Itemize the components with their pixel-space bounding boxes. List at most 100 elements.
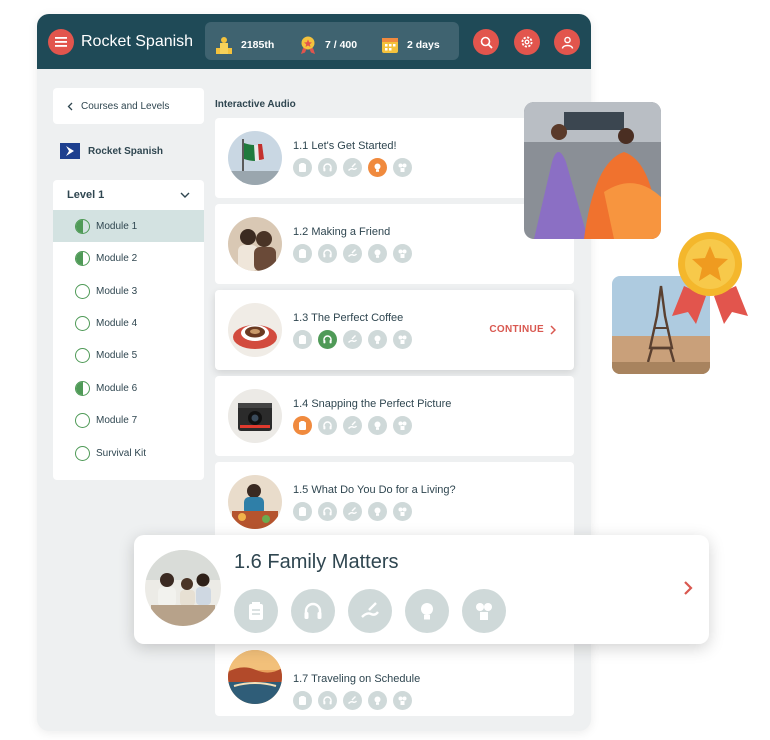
lesson-card[interactable]: 1.3 The Perfect Coffee CONTINUE [215,290,574,370]
notebook-icon[interactable] [234,589,278,633]
rocket-logo-icon [60,143,80,159]
headphones-icon[interactable] [318,502,337,521]
puzzle-icon[interactable] [393,691,412,710]
continue-label: CONTINUE [489,324,544,335]
lesson-title: 1.5 What Do You Do for a Living? [293,484,456,496]
top-bar: Rocket Spanish 2185th 7 / 400 2 days [37,14,591,69]
points-stat[interactable]: 7 / 400 [297,34,357,56]
chevron-right-icon[interactable] [683,580,693,596]
lightbulb-icon[interactable] [368,416,387,435]
lesson-title: 1.2 Making a Friend [293,226,391,238]
puzzle-icon[interactable] [393,502,412,521]
module-item[interactable]: Module 2 [53,242,204,274]
notebook-icon[interactable] [293,158,312,177]
puzzle-icon[interactable] [393,330,412,349]
menu-button[interactable] [48,29,74,55]
module-label: Module 7 [96,414,138,426]
puzzle-icon[interactable] [393,244,412,263]
module-item[interactable]: Module 4 [53,307,204,339]
lesson-title: 1.7 Traveling on Schedule [293,673,421,685]
streak-stat[interactable]: 2 days [379,34,440,56]
lesson-card[interactable]: 1.1 Let's Get Started! [215,118,574,198]
progress-circle-icon [75,218,90,234]
chevron-left-icon [67,102,73,110]
lightbulb-icon[interactable] [405,589,449,633]
calendar-icon [379,34,401,56]
writing-icon[interactable] [343,502,362,521]
lightbulb-icon[interactable] [368,502,387,521]
module-item[interactable]: Module 3 [53,275,204,307]
level-selector[interactable]: Level 1 [53,180,204,210]
dancers-photo [524,102,661,239]
module-label: Module 5 [96,349,138,361]
lesson-card[interactable]: 1.2 Making a Friend [215,204,574,284]
notebook-icon[interactable] [293,330,312,349]
lightbulb-icon[interactable] [368,330,387,349]
profile-button[interactable] [554,29,580,55]
headphones-icon[interactable] [318,416,337,435]
writing-icon[interactable] [343,330,362,349]
lesson-card[interactable]: 1.5 What Do You Do for a Living? [215,462,574,542]
gear-icon [521,36,533,48]
writing-icon[interactable] [343,416,362,435]
progress-circle-icon [75,380,90,396]
search-button[interactable] [473,29,499,55]
section-label: Interactive Audio [215,99,296,110]
puzzle-icon[interactable] [393,158,412,177]
progress-circle-icon [75,283,90,299]
lesson-activity-icons [293,244,412,263]
featured-lesson-title: 1.6 Family Matters [234,551,399,573]
lesson-activity-icons [293,158,412,177]
module-item[interactable]: Module 5 [53,339,204,371]
writing-icon[interactable] [343,244,362,263]
featured-lesson-card[interactable]: 1.6 Family Matters [134,535,709,644]
medal-icon [297,34,319,56]
lesson-activity-icons [293,416,412,435]
module-item[interactable]: Module 6 [53,372,204,404]
lightbulb-icon[interactable] [368,158,387,177]
settings-button[interactable] [514,29,540,55]
chevron-down-icon [180,192,190,198]
level-label: Level 1 [67,189,105,201]
writing-icon[interactable] [343,158,362,177]
module-list: Level 1 Module 1 Module 2 Module 3 Modul… [53,180,204,480]
courses-and-levels-link[interactable]: Courses and Levels [53,88,204,124]
continue-button[interactable]: CONTINUE [489,324,556,335]
headphones-icon[interactable] [318,244,337,263]
lesson-card[interactable]: 1.7 Traveling on Schedule [215,634,574,716]
module-label: Module 4 [96,317,138,329]
puzzle-icon[interactable] [462,589,506,633]
notebook-icon[interactable] [293,244,312,263]
lesson-title: 1.1 Let's Get Started! [293,140,397,152]
lesson-card[interactable]: 1.4 Snapping the Perfect Picture [215,376,574,456]
headphones-icon[interactable] [291,589,335,633]
course-brand: Rocket Spanish [60,143,163,159]
progress-circle-icon [75,250,90,266]
module-item[interactable]: Survival Kit [53,437,204,469]
rank-stat[interactable]: 2185th [213,34,274,56]
notebook-icon[interactable] [293,502,312,521]
lightbulb-icon[interactable] [368,244,387,263]
featured-activity-icons [234,589,506,633]
headphones-icon[interactable] [318,158,337,177]
module-label: Survival Kit [96,447,147,459]
headphones-icon[interactable] [318,330,337,349]
lesson-activity-icons [293,330,412,349]
rank-value: 2185th [241,39,275,51]
lesson-thumbnail [228,217,282,271]
module-item[interactable]: Module 1 [53,210,204,242]
featured-lesson-thumbnail [145,550,221,626]
module-label: Module 2 [96,252,138,264]
lightbulb-icon[interactable] [368,691,387,710]
headphones-icon[interactable] [318,691,337,710]
writing-icon[interactable] [348,589,392,633]
lesson-thumbnail [228,389,282,443]
puzzle-icon[interactable] [393,416,412,435]
lesson-activity-icons [293,502,412,521]
notebook-icon[interactable] [293,416,312,435]
writing-icon[interactable] [343,691,362,710]
stats-bar: 2185th 7 / 400 2 days [205,22,459,60]
notebook-icon[interactable] [293,691,312,710]
courses-and-levels-label: Courses and Levels [81,100,170,112]
module-item[interactable]: Module 7 [53,404,204,436]
